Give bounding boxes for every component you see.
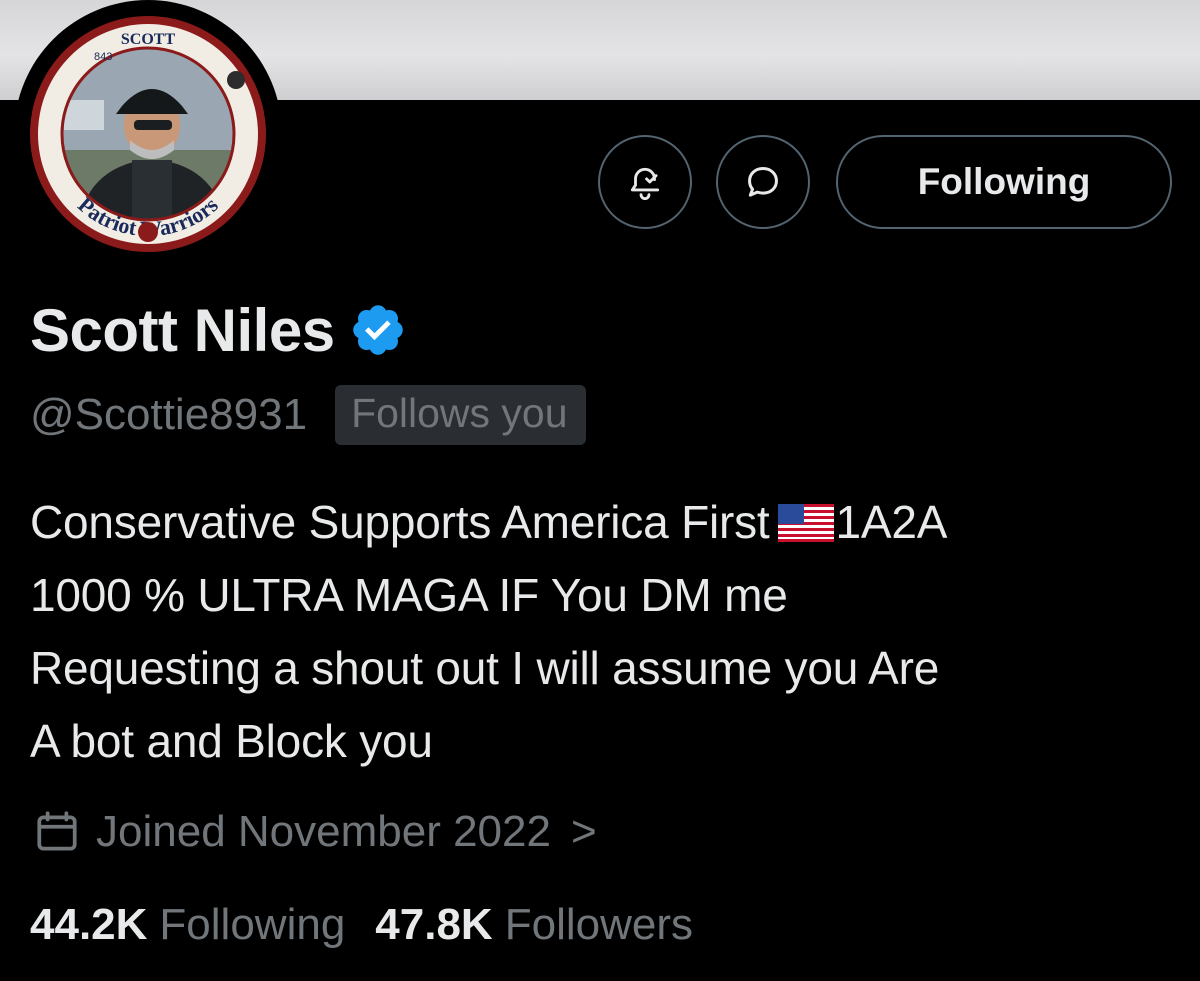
display-name-row: Scott Niles	[30, 290, 407, 370]
joined-date-row[interactable]: Joined November 2022 >	[32, 800, 597, 864]
bio-line-2: 1000 % ULTRA MAGA IF You DM me	[30, 569, 788, 621]
following-count: 44.2K	[30, 900, 148, 949]
message-button[interactable]	[716, 135, 810, 229]
bell-check-icon	[630, 167, 660, 201]
joined-date: Joined November 2022	[96, 807, 551, 856]
bio-line-4: A bot and Block you	[30, 715, 433, 767]
handle-row: @Scottie8931 Follows you	[30, 384, 586, 446]
chevron-right-icon: >	[570, 807, 597, 856]
display-name: Scott Niles	[30, 296, 335, 364]
verified-badge-icon[interactable]	[349, 301, 407, 359]
profile-bio: Conservative Supports America First 1A2A…	[30, 486, 1180, 778]
bio-line-3: Requesting a shout out I will assume you…	[30, 642, 940, 694]
followers-count: 47.8K	[375, 900, 493, 949]
avatar-top-text: SCOTT	[121, 31, 176, 48]
bio-text: Conservative Supports America First	[30, 496, 770, 548]
bio-line-1: Conservative Supports America First 1A2A	[30, 486, 1180, 559]
message-bubble-icon	[748, 167, 778, 197]
following-label: Following	[159, 900, 346, 949]
avatar-number-text: 843	[94, 51, 112, 63]
following-button[interactable]: Following	[836, 135, 1172, 229]
follows-you-badge: Follows you	[335, 385, 586, 445]
notifications-button[interactable]	[598, 135, 692, 229]
bio-text: 1A2A	[835, 496, 948, 548]
profile-action-bar: Following	[0, 135, 1200, 229]
user-handle: @Scottie8931	[30, 390, 308, 439]
calendar-icon	[37, 811, 77, 851]
followers-stat-link[interactable]: 47.8K Followers	[375, 900, 693, 950]
follow-stats: 44.2K Following 47.8K Followers	[30, 900, 693, 964]
following-stat-link[interactable]: 44.2K Following	[30, 900, 345, 950]
us-flag-icon	[777, 504, 834, 542]
followers-label: Followers	[504, 900, 693, 949]
